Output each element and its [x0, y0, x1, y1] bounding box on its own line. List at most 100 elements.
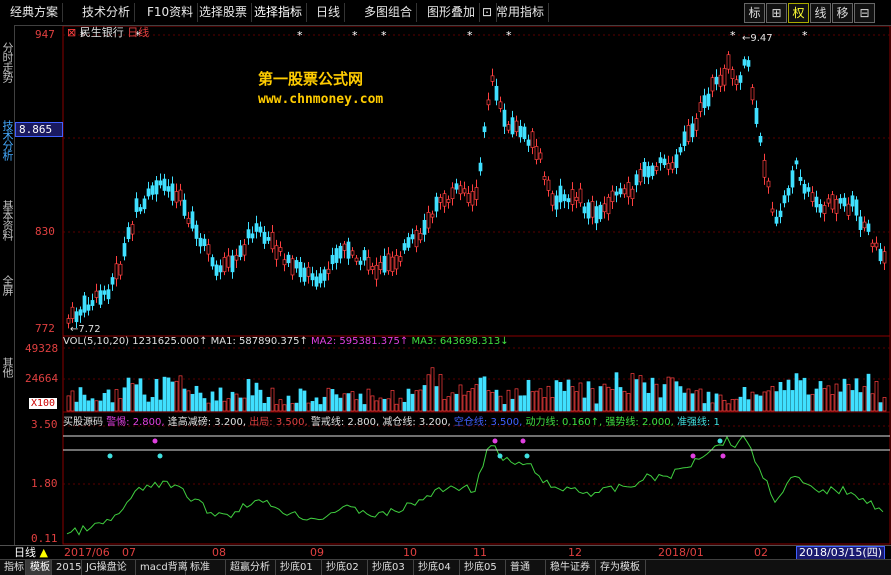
volume-bar [526, 379, 531, 412]
menu-tech-analysis[interactable]: 技术分析 [78, 3, 136, 22]
candle-body [258, 226, 263, 233]
low-price-mark: ←7.72 [70, 324, 101, 335]
candle-body [430, 213, 435, 218]
price-axis-low: 772 [35, 322, 55, 335]
volume-bar [66, 395, 71, 412]
tab-other[interactable]: 其他 [0, 347, 14, 387]
candle-body [514, 120, 519, 133]
bottom-tab[interactable]: 抄底02 [322, 560, 368, 575]
bottom-tab[interactable]: 抄底03 [368, 560, 414, 575]
toolbar-move-button[interactable]: 移 [832, 3, 853, 23]
volume-bar [466, 391, 471, 412]
menu-common-indicator[interactable]: 常用指标 [492, 3, 550, 22]
volume-bar [822, 388, 827, 412]
candle-body [66, 318, 71, 324]
indicator-param: 逢高减磅: 3.200, [167, 417, 250, 428]
candle-body [402, 243, 407, 251]
bottom-tab[interactable]: JG操盘论 [82, 560, 136, 575]
candle-body [846, 203, 851, 216]
period-label[interactable]: 日线 ▲ [14, 546, 48, 559]
volume-bar [434, 386, 439, 412]
menu-select-indicator[interactable]: 选择指标 [250, 3, 308, 22]
candle-body [226, 255, 231, 268]
volume-bar [858, 392, 863, 412]
candle-body [138, 207, 143, 212]
bottom-tab[interactable]: 指标 [0, 560, 26, 575]
candle-body [470, 191, 475, 206]
menu-classic-plan[interactable]: 经典方案 [6, 3, 64, 22]
candle-body [590, 201, 595, 218]
candle-body [314, 276, 319, 287]
volume-bar [282, 404, 287, 412]
candle-body [334, 248, 339, 263]
candle-body [386, 253, 391, 272]
toolbar-grid-button[interactable]: ⊞ [766, 3, 787, 23]
volume-bar [866, 373, 871, 412]
menu-select-stock[interactable]: 选择股票 [195, 3, 253, 22]
candle-body [110, 277, 115, 285]
candle-body [218, 265, 223, 273]
date-month: 08 [212, 546, 226, 559]
candle-body [290, 258, 295, 276]
bottom-tab[interactable]: macd背离 [136, 560, 188, 575]
tab-intraday[interactable]: 分时走势 [0, 27, 14, 97]
menu-f10[interactable]: F10资料 [143, 3, 199, 22]
volume-bar [406, 388, 411, 412]
toolbar-line-button[interactable]: 线 [810, 3, 831, 23]
bottom-tab[interactable]: 抄底04 [414, 560, 460, 575]
stock-name: 民生银行 [79, 26, 124, 39]
bottom-tab[interactable]: 存为模板 [596, 560, 646, 575]
volume-bar [342, 393, 347, 412]
candle-body [338, 245, 343, 259]
volume-bar [254, 382, 259, 412]
volume-bar [370, 395, 375, 412]
volume-bar [182, 388, 187, 412]
volume-bar [854, 378, 859, 412]
candle-body [446, 199, 451, 203]
candle-body [870, 242, 875, 247]
volume-bar [538, 388, 543, 412]
candle-body [502, 109, 507, 127]
bottom-tab[interactable]: 模板 [26, 560, 52, 575]
candle-body [834, 198, 839, 214]
candle-body [274, 245, 279, 260]
menu-multi-chart[interactable]: 多图组合 [360, 3, 418, 22]
candle-body [878, 248, 883, 262]
volume-bar [410, 393, 415, 412]
close-icon[interactable]: ⊠ [67, 26, 76, 39]
volume-bar [394, 403, 399, 412]
volume-bar [806, 394, 811, 412]
candle-body [762, 160, 767, 178]
candle-body [774, 216, 779, 224]
volume-bar [214, 400, 219, 412]
candle-body [98, 290, 103, 305]
volume-bar [358, 393, 363, 412]
toolbar-rights-button[interactable]: 权 [788, 3, 809, 23]
candle-body [434, 196, 439, 212]
tab-basic-info[interactable]: 基本资料 [0, 185, 14, 255]
bottom-tab[interactable]: 抄底05 [460, 560, 506, 575]
volume-ma2: MA2: 595381.375↑ [311, 336, 409, 347]
bottom-tab[interactable]: 抄底01 [276, 560, 322, 575]
tab-fullscreen[interactable]: 全屏 [0, 265, 14, 305]
candle-body [678, 147, 683, 153]
volume-bar [438, 374, 443, 412]
candle-body [378, 262, 383, 270]
menu-overlay[interactable]: 图形叠加 [423, 3, 481, 22]
bottom-tab[interactable]: 标准 [186, 560, 226, 575]
bottom-tab[interactable]: 普通 [506, 560, 546, 575]
toolbar-zoom-button[interactable]: ⊟ [854, 3, 875, 23]
candle-body [370, 266, 375, 270]
candle-body [794, 160, 799, 165]
volume-bar [338, 397, 343, 412]
volume-bar [766, 390, 771, 412]
candle-body [374, 265, 379, 280]
bottom-tab[interactable]: 稳牛证券 [546, 560, 596, 575]
bottom-tab[interactable]: 超赢分析 [226, 560, 276, 575]
bottom-tab[interactable]: 2015 [52, 560, 82, 575]
toolbar-mark-button[interactable]: 标 [744, 3, 765, 23]
tab-tech-analysis[interactable]: 技术分析 [0, 105, 14, 175]
menu-daily[interactable]: 日线 [312, 3, 346, 22]
candle-body [690, 123, 695, 138]
candle-body [486, 99, 491, 106]
